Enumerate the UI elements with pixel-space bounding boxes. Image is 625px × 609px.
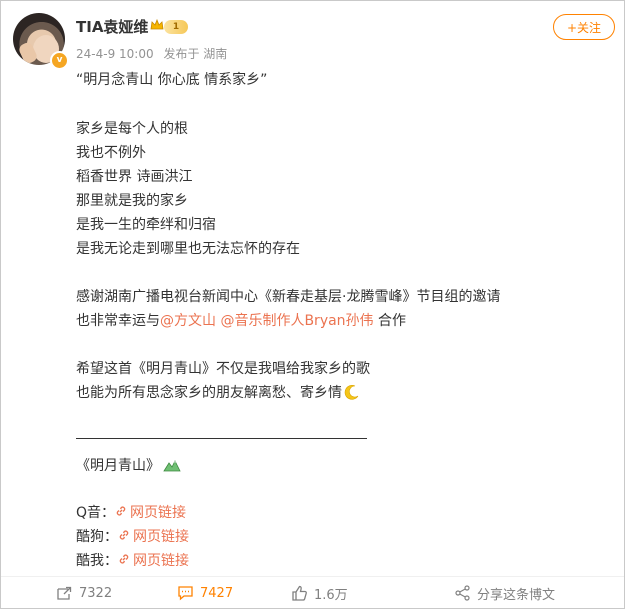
crown-icon [150, 19, 164, 30]
repost-count: 7322 [79, 585, 113, 601]
post-time[interactable]: 24-4-9 10:00 [76, 47, 154, 61]
post-meta: 24-4-9 10:00 发布于 湖南 [76, 45, 233, 62]
post-text-line-mentions: 也非常幸运与@方文山 @音乐制作人Bryan孙伟 合作 [76, 311, 406, 331]
comment-icon [178, 586, 193, 601]
follow-button[interactable]: +关注 [553, 14, 615, 40]
post-text-line: 那里就是我的家乡 [76, 193, 188, 209]
web-link-label: 网页链接 [130, 505, 187, 521]
song-title-line: 《明月青山》 [76, 456, 181, 476]
like-icon [292, 585, 307, 601]
share-label: 分享这条博文 [477, 587, 556, 603]
music-link-row: Q音： 网页链接 [76, 503, 186, 523]
separator-line [76, 438, 367, 439]
post-text-line-with-emoji: 也能为所有思念家乡的朋友解离愁、寄乡情 [76, 383, 360, 403]
like-count: 1.6万 [314, 587, 348, 603]
post-text-line: 希望这首《明月青山》不仅是我唱给我家乡的歌 [76, 361, 370, 377]
link-icon [116, 506, 126, 516]
verified-badge-icon: v [50, 51, 69, 70]
web-link[interactable]: 网页链接 [115, 505, 186, 521]
repost-icon [57, 586, 72, 600]
post-text-line: 我也不例外 [76, 145, 146, 161]
song-title: 《明月青山》 [76, 458, 160, 474]
text-segment: 也非常幸运与 [76, 313, 160, 329]
music-platform: Q音： [76, 505, 116, 521]
post-text-line: “明月念青山 你心底 情系家乡” [76, 72, 268, 88]
music-platform: 酷狗： [76, 529, 118, 545]
text-segment: 合作 [373, 313, 407, 329]
web-link[interactable]: 网页链接 [118, 529, 189, 545]
author-name[interactable]: TIA袁娅维 [76, 16, 148, 37]
text-segment: 也能为所有思念家乡的朋友解离愁、寄乡情 [76, 385, 342, 401]
web-link-label: 网页链接 [133, 529, 189, 545]
mention-link-bryan[interactable]: @音乐制作人Bryan孙伟 [220, 313, 373, 329]
post-text-line: 是我无论走到哪里也无法忘怀的存在 [76, 241, 300, 257]
post-text-line: 是我一生的牵绊和归宿 [76, 217, 216, 233]
comment-button[interactable]: 7427 [177, 584, 233, 602]
post-text-line: 稻香世界 诗画洪江 [76, 169, 193, 185]
post-text-line: 家乡是每个人的根 [76, 121, 188, 137]
share-button[interactable]: 分享这条博文 [454, 584, 556, 603]
user-level-badge: 1 [164, 20, 188, 34]
crescent-moon-icon [344, 385, 359, 400]
like-button[interactable]: 1.6万 [291, 584, 348, 603]
comment-count: 7427 [200, 585, 234, 601]
web-link-label: 网页链接 [133, 553, 189, 569]
post-source: 发布于 湖南 [163, 47, 228, 61]
music-link-row: 酷我： 网页链接 [76, 551, 189, 571]
share-icon [455, 585, 470, 601]
mountain-icon [163, 460, 181, 472]
mention-link-fangwenshan[interactable]: @方文山 [160, 313, 216, 329]
repost-button[interactable]: 7322 [56, 584, 112, 602]
weibo-post-card: v TIA袁娅维 1 24-4-9 10:00 发布于 湖南 +关注 “明月念青… [0, 0, 625, 609]
link-icon [119, 530, 129, 540]
web-link[interactable]: 网页链接 [118, 553, 189, 569]
post-text-line: 感谢湖南广播电视台新闻中心《新春走基层·龙腾雪峰》节目组的邀请 [76, 289, 501, 305]
footer-divider [1, 576, 624, 577]
music-link-row: 酷狗： 网页链接 [76, 527, 189, 547]
music-platform: 酷我： [76, 553, 118, 569]
link-icon [119, 554, 129, 564]
